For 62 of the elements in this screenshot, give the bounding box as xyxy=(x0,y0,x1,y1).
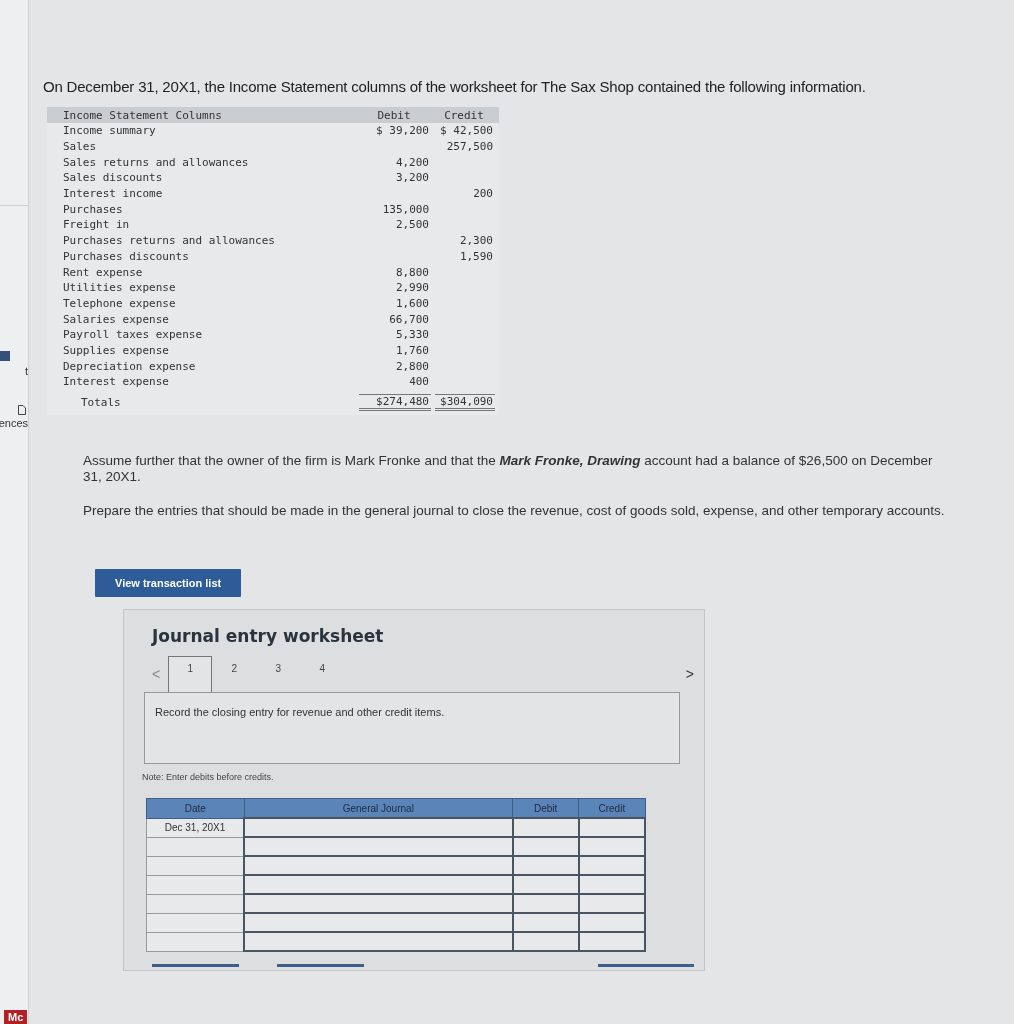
tab[interactable]: 3 xyxy=(256,656,301,693)
amount: 4,200 xyxy=(394,155,430,169)
instruction-text: Record the closing entry for revenue and other credit items. xyxy=(155,706,445,719)
amount: 2,800 xyxy=(394,359,430,373)
account-name: Freight in xyxy=(62,218,131,232)
account-name: Purchases xyxy=(62,202,124,216)
account-name: Purchases discounts xyxy=(62,249,190,263)
sidebar-item[interactable]: t xyxy=(0,365,28,377)
amount: 200 xyxy=(472,187,494,201)
amount: 2,990 xyxy=(394,281,430,295)
account-name: Rent expense xyxy=(62,265,144,279)
account-name: Telephone expense xyxy=(62,296,177,310)
amount: 66,700 xyxy=(388,312,430,326)
amount: 257,500 xyxy=(445,140,494,154)
account-name: Sales discounts xyxy=(62,171,164,185)
account-name: Depreciation expense xyxy=(62,359,197,373)
account-name: Utilities expense xyxy=(62,281,177,295)
amount: 1,600 xyxy=(394,296,430,310)
column-header: Date xyxy=(146,798,245,819)
amount: 1,760 xyxy=(394,343,430,357)
amount: 135,000 xyxy=(381,202,430,216)
tab[interactable]: 2 xyxy=(212,656,257,693)
account-name: Interest income xyxy=(62,187,164,201)
sidebar-icon xyxy=(0,351,10,361)
amount: 2,300 xyxy=(458,234,494,248)
account-name: Interest expense xyxy=(62,375,170,389)
view-transactions-button[interactable]: View transaction list xyxy=(95,569,242,598)
account-name: Totals xyxy=(80,395,122,409)
sidebar-item[interactable]: ences xyxy=(0,417,28,429)
document-icon[interactable] xyxy=(18,405,26,415)
account-name: Supplies expense xyxy=(62,343,170,357)
column-header: Credit xyxy=(443,108,485,122)
tab[interactable]: 1 xyxy=(168,656,213,693)
question-text: On December 31, 20X1, the Income Statement columns of the worksheet for The Sax Shop contained the following information. xyxy=(43,78,867,95)
amount: 5,330 xyxy=(394,328,430,342)
column-header: Debit xyxy=(376,108,412,122)
tab[interactable]: 4 xyxy=(300,656,345,693)
amount: 400 xyxy=(408,375,430,389)
amount: 8,800 xyxy=(394,265,430,279)
column-header: Credit xyxy=(578,798,645,819)
amount: $ 42,500 xyxy=(439,124,494,138)
amount: 2,500 xyxy=(394,218,430,232)
note-text: Note: Enter debits before credits. xyxy=(142,772,275,783)
column-header: Debit xyxy=(512,798,579,819)
column-header: Income Statement Columns xyxy=(62,108,223,122)
column-header: General Journal xyxy=(244,798,513,819)
logo: Mc xyxy=(4,1010,28,1024)
amount: $274,480 xyxy=(359,393,431,411)
question-text: Assume further that the owner of the firm is Mark Fronke and that the Mark Fronke, Drawing account had a balance of $26,500 on December 31, 20X1. xyxy=(83,453,934,486)
account-name: Income summary xyxy=(62,124,157,138)
amount: $304,090 xyxy=(435,393,495,411)
amount: 3,200 xyxy=(394,171,430,185)
worksheet-title: Journal entry worksheet xyxy=(152,626,385,647)
amount: 1,590 xyxy=(458,249,494,263)
account-name: Sales xyxy=(62,140,98,154)
account-name: Salaries expense xyxy=(62,312,170,326)
amount: $ 39,200 xyxy=(375,124,430,138)
account-name: Purchases returns and allowances xyxy=(62,234,276,248)
account-name: Payroll taxes expense xyxy=(62,328,204,342)
account-name: Sales returns and allowances xyxy=(62,155,250,169)
next-button[interactable]: > xyxy=(685,666,694,693)
question-text: Prepare the entries that should be made in the general journal to close the revenue, cost of goods sold, expense, and other temporary accounts. xyxy=(83,503,946,520)
